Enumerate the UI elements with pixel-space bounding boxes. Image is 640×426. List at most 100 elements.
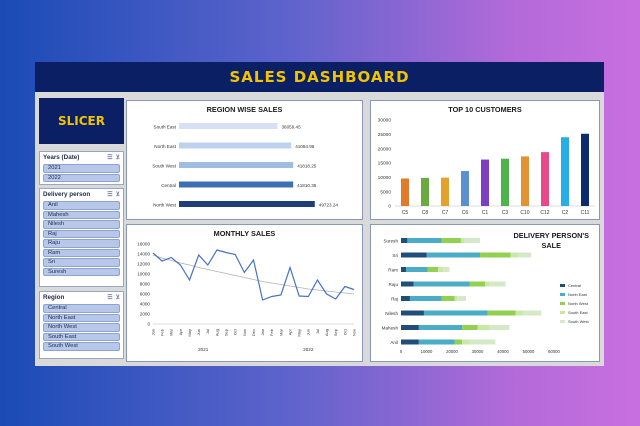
customers-ytick: 5000 bbox=[380, 189, 391, 195]
region-sales-chart: South East 36059.45 North East 41084.96 Sout… bbox=[152, 123, 339, 208]
clear-filter-icon[interactable]: ⊻ bbox=[116, 191, 120, 198]
delivery-bar-suresh-north-west bbox=[441, 238, 461, 243]
month-label-sep: Sep bbox=[333, 328, 338, 336]
delivery-bar-suresh-south-west bbox=[464, 238, 481, 243]
region-value-central: 41810.35 bbox=[297, 183, 317, 188]
month-label-jun: Jun bbox=[196, 329, 201, 335]
customers-ytick: 20000 bbox=[378, 146, 392, 152]
slicer-item-north-east[interactable]: North East bbox=[43, 313, 120, 322]
slicer-item-mahesh[interactable]: Mahesh bbox=[43, 210, 120, 219]
month-label-jul: Jul bbox=[315, 329, 320, 334]
monthly-ytick: 16000 bbox=[137, 242, 150, 247]
customer-bar-c5 bbox=[401, 178, 409, 206]
multi-select-icon[interactable]: ☰ bbox=[107, 294, 112, 301]
delivery-bar-ram-north-east bbox=[406, 267, 428, 272]
slicer-item-ram[interactable]: Ram bbox=[43, 248, 120, 257]
delivery-bar-nilesh-north-east bbox=[423, 310, 488, 316]
region-bar-south-east bbox=[179, 123, 278, 129]
monthly-sales-line bbox=[152, 249, 355, 301]
slicer-sidebar: SLICER Years (Date) ☰ ⊻ 2021 2022 Deliver… bbox=[39, 98, 124, 362]
slicer-item-south-west[interactable]: South West bbox=[43, 342, 120, 351]
slicer-item-north-west[interactable]: North West bbox=[43, 323, 120, 332]
monthly-ytick: 2000 bbox=[140, 312, 151, 317]
slicer-title: SLICER bbox=[58, 114, 105, 128]
delivery-bar-ram-south-east bbox=[437, 267, 444, 272]
region-label-central: Central bbox=[161, 183, 176, 188]
legend-swatch-south-east bbox=[560, 311, 565, 314]
month-label-oct: Oct bbox=[342, 328, 347, 335]
customer-label-c7: C7 bbox=[442, 210, 449, 216]
region-value-north-east: 41084.96 bbox=[295, 144, 315, 149]
month-label-aug: Aug bbox=[324, 329, 329, 336]
month-label-dec: Dec bbox=[251, 329, 256, 336]
slicer-item-2022[interactable]: 2022 bbox=[43, 173, 120, 182]
month-label-feb: Feb bbox=[269, 328, 274, 336]
legend-label-south-east: South East bbox=[568, 310, 588, 315]
slicer-item-sri[interactable]: Sri bbox=[43, 258, 120, 267]
delivery-label-raju: Raju bbox=[389, 282, 399, 287]
slicer-item-raju[interactable]: Raju bbox=[43, 239, 120, 248]
monthly-sales-panel: MONTHLY SALES 0 2000 4000 6000 8000 10000 1200… bbox=[126, 224, 363, 362]
monthly-ytick: 12000 bbox=[137, 262, 150, 267]
slicer-item-raj[interactable]: Raj bbox=[43, 229, 120, 238]
delivery-bar-raju-north-west bbox=[469, 281, 486, 287]
customer-bar-c6 bbox=[461, 171, 469, 206]
delivery-bar-ram-north-west bbox=[427, 267, 438, 272]
slicer-item-nilesh[interactable]: Nilesh bbox=[43, 220, 120, 229]
delivery-bar-raju-south-east bbox=[485, 281, 489, 287]
delivery-bar-anil-north-east bbox=[418, 339, 455, 345]
slicer-item-anil[interactable]: Anil bbox=[43, 201, 120, 210]
legend-label-north-west: North West bbox=[568, 301, 589, 306]
region-label-south-west: South West bbox=[152, 164, 176, 169]
slicer-title-box: SLICER bbox=[39, 98, 124, 144]
delivery-label-nilesh: Nilesh bbox=[385, 311, 398, 316]
customers-ytick: 0 bbox=[388, 204, 391, 210]
delivery-bar-ram-central bbox=[401, 267, 407, 272]
month-label-nov: Nov bbox=[351, 329, 356, 336]
slicer-item-2021[interactable]: 2021 bbox=[43, 164, 120, 173]
slicer-item-south-east[interactable]: South East bbox=[43, 332, 120, 341]
delivery-bar-raj-north-east bbox=[409, 296, 442, 301]
delivery-xtick: 50000 bbox=[523, 349, 535, 354]
delivery-slicer-header: Delivery person ☰ ⊻ bbox=[40, 189, 123, 200]
delivery-bar-sri-south-east bbox=[510, 252, 519, 258]
region-value-north-west: 49723.24 bbox=[319, 203, 339, 208]
region-bar-north-east bbox=[179, 142, 292, 149]
delivery-bar-raj-north-west bbox=[441, 296, 455, 301]
delivery-bar-nilesh-north-west bbox=[487, 310, 516, 316]
slicer-item-central[interactable]: Central bbox=[43, 304, 120, 313]
monthly-ytick: 0 bbox=[147, 322, 150, 327]
delivery-sales-panel: DELIVERY PERSON'S SALE Suresh Sri Ram Raju R… bbox=[370, 224, 600, 362]
delivery-bar-anil-south-east bbox=[462, 339, 470, 345]
customer-label-c11: C11 bbox=[581, 210, 590, 216]
month-label-jan: Jan bbox=[260, 329, 265, 335]
slicer-item-suresh[interactable]: Suresh bbox=[43, 267, 120, 276]
delivery-label-ram: Ram bbox=[388, 268, 398, 273]
delivery-bar-raju-south-west bbox=[488, 281, 506, 287]
years-slicer-label: Years (Date) bbox=[43, 154, 80, 161]
multi-select-icon[interactable]: ☰ bbox=[107, 191, 112, 198]
delivery-bar-suresh-south-east bbox=[460, 238, 465, 243]
month-label-apr: Apr bbox=[287, 328, 292, 335]
delivery-bar-mahesh-central bbox=[401, 325, 419, 330]
delivery-xtick: 40000 bbox=[497, 349, 509, 354]
legend-swatch-north-west bbox=[560, 302, 565, 305]
delivery-bar-sri-south-west bbox=[518, 252, 532, 258]
region-bar-central bbox=[179, 181, 294, 188]
top-customers-chart: 0 5000 10000 15000 20000 25000 30000 C5 C8 C7 C6 C1… bbox=[378, 118, 595, 216]
delivery-bar-suresh-central bbox=[401, 238, 408, 243]
delivery-bar-sri-north-east bbox=[426, 252, 481, 258]
dashboard-header: SALES DASHBOARD bbox=[35, 62, 604, 92]
clear-filter-icon[interactable]: ⊻ bbox=[116, 294, 120, 301]
month-label-jun: Jun bbox=[306, 329, 311, 335]
delivery-label-anil: Anil bbox=[390, 340, 398, 345]
customer-label-c10: C10 bbox=[520, 210, 529, 216]
legend-label-south-west: South West bbox=[568, 319, 589, 324]
clear-filter-icon[interactable]: ⊻ bbox=[116, 154, 120, 161]
delivery-bar-nilesh-south-east bbox=[515, 310, 524, 316]
customers-ytick: 15000 bbox=[378, 161, 392, 167]
multi-select-icon[interactable]: ☰ bbox=[107, 154, 112, 161]
years-slicer: Years (Date) ☰ ⊻ 2021 2022 bbox=[39, 151, 124, 185]
delivery-bar-sri-central bbox=[401, 252, 427, 258]
customer-label-c6: C6 bbox=[462, 210, 469, 216]
